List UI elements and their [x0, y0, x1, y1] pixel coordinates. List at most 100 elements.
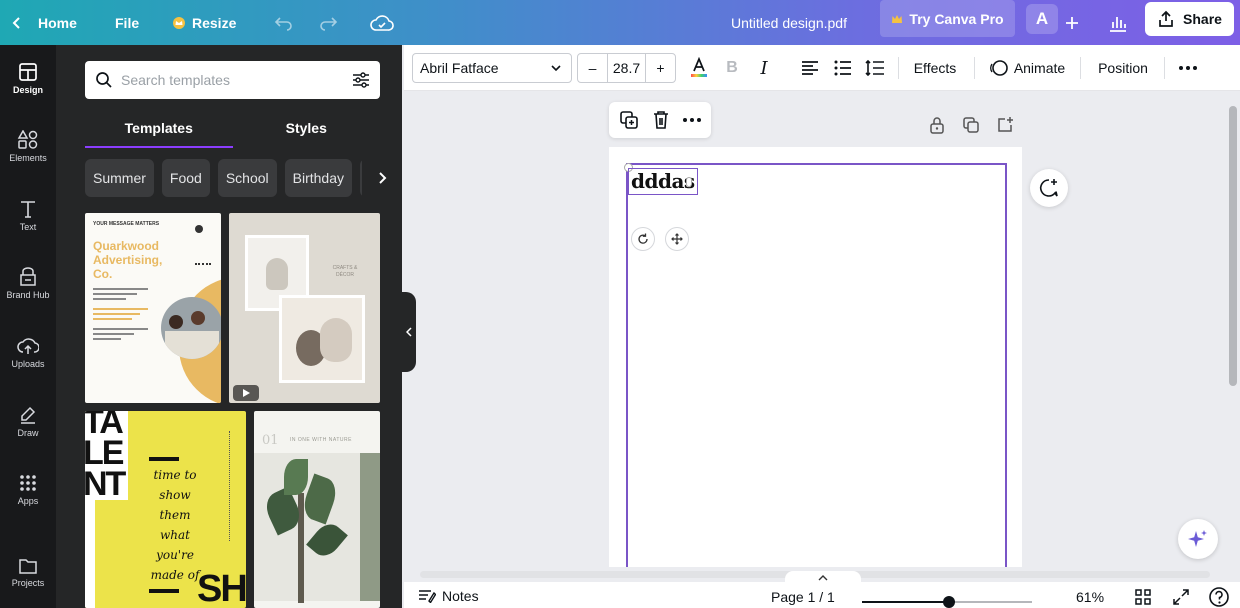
rail-item-text[interactable]: Text — [0, 199, 56, 232]
grid-view-button[interactable] — [1134, 588, 1152, 608]
lock-icon[interactable] — [928, 116, 946, 134]
chevron-up-icon — [818, 575, 828, 581]
tab-styles[interactable]: Styles — [233, 110, 381, 146]
fullscreen-button[interactable] — [1172, 588, 1190, 608]
document-title-text: Untitled design.pdf — [731, 14, 847, 31]
template-big-bottom: SH — [197, 568, 246, 608]
rail-item-design[interactable]: Design — [0, 62, 56, 95]
font-family-value: Abril Fatface — [420, 60, 499, 76]
template-photo-frame — [279, 295, 365, 383]
text-color-icon — [691, 57, 707, 77]
page-indicator[interactable]: Page 1 / 1 — [771, 589, 835, 605]
add-page-icon[interactable] — [996, 116, 1014, 134]
magic-assistant-button[interactable] — [1178, 519, 1218, 559]
rail-label-draw: Draw — [17, 428, 39, 438]
tab-templates[interactable]: Templates — [85, 110, 233, 148]
chip-school[interactable]: School — [217, 159, 277, 197]
home-button[interactable]: Home — [12, 0, 77, 45]
chevron-right-icon — [379, 172, 387, 184]
duplicate-icon[interactable] — [619, 110, 639, 130]
try-canva-pro-button[interactable]: Try Canva Pro — [880, 0, 1015, 37]
page-indicator-text: Page 1 / 1 — [771, 589, 835, 605]
toolbar-divider — [898, 57, 899, 79]
resize-handle[interactable] — [686, 177, 692, 187]
avatar[interactable]: A — [1026, 4, 1058, 34]
folder-icon — [19, 559, 37, 574]
search-icon — [96, 72, 112, 88]
bold-button[interactable]: B — [722, 53, 742, 83]
zoom-level[interactable]: 61% — [1076, 589, 1104, 605]
font-size-input[interactable]: 28.7 — [607, 54, 646, 82]
undo-button[interactable] — [274, 0, 294, 45]
animate-button[interactable]: Animate — [986, 53, 1068, 83]
template-script-line: you're — [156, 548, 194, 562]
copy-page-icon[interactable] — [962, 116, 980, 134]
spacing-button[interactable] — [864, 53, 886, 83]
document-title[interactable]: Untitled design.pdf — [731, 0, 847, 45]
templates-panel: Templates Styles Summer Food School Birt… — [56, 45, 402, 608]
template-card-quarkwood[interactable]: YOUR MESSAGE MATTERS Quarkwood Advertisi… — [85, 213, 221, 403]
align-button[interactable] — [799, 53, 821, 83]
toolbar-divider — [974, 57, 975, 79]
rail-item-draw[interactable]: Draw — [0, 405, 56, 438]
font-size-increase-button[interactable]: + — [646, 54, 675, 82]
help-button[interactable] — [1208, 586, 1230, 608]
position-button[interactable]: Position — [1092, 53, 1154, 83]
rail-label-projects: Projects — [11, 578, 45, 588]
chip-food[interactable]: Food — [161, 159, 210, 197]
chip-summer[interactable]: Summer — [85, 159, 154, 197]
font-family-select[interactable]: Abril Fatface — [412, 53, 572, 83]
template-big-line: NT — [85, 465, 126, 503]
side-rail: Design Elements Text Brand Hub Uploads D… — [0, 45, 56, 608]
text-color-button[interactable] — [687, 53, 711, 83]
rail-item-elements[interactable]: Elements — [0, 130, 56, 163]
redo-button[interactable] — [318, 0, 338, 45]
zoom-slider[interactable] — [862, 596, 1032, 608]
rail-item-brand-hub[interactable]: Brand Hub — [0, 267, 56, 300]
bar-chart-icon — [1110, 16, 1126, 32]
toolbar-divider — [1080, 57, 1081, 79]
vertical-scrollbar[interactable] — [1226, 92, 1240, 568]
file-menu[interactable]: File — [115, 0, 139, 45]
more-dots-icon[interactable] — [682, 118, 701, 122]
add-comment-button[interactable] — [1030, 169, 1068, 207]
share-button[interactable]: Share — [1145, 2, 1234, 36]
zoom-slider-knob[interactable] — [942, 596, 955, 608]
more-options-button[interactable] — [1176, 53, 1200, 83]
resize-button[interactable]: Resize — [172, 0, 236, 45]
template-card-talent[interactable]: TA LE NT time to show them what you're m… — [85, 411, 246, 608]
cloud-icon — [370, 14, 394, 31]
template-card-vases[interactable]: CRAFTS & DÉCOR — [229, 213, 380, 403]
effects-label: Effects — [913, 60, 957, 76]
filter-sliders-icon[interactable] — [351, 71, 371, 89]
template-brand-text: CRAFTS & DÉCOR — [332, 265, 358, 278]
page-tools — [928, 116, 1014, 134]
rotate-handle[interactable] — [631, 227, 655, 251]
vertical-scrollbar-thumb[interactable] — [1229, 106, 1237, 386]
trash-icon[interactable] — [652, 110, 670, 130]
template-script-line: them — [159, 508, 191, 522]
notes-button[interactable]: Notes — [418, 588, 479, 604]
chip-birthday[interactable]: Birthday — [284, 159, 352, 197]
cloud-save-button[interactable] — [370, 0, 394, 45]
chips-next-button[interactable] — [362, 159, 402, 197]
file-label: File — [115, 14, 140, 31]
list-button[interactable] — [832, 53, 854, 83]
chevron-down-icon — [551, 65, 561, 72]
rail-item-apps[interactable]: Apps — [0, 473, 56, 506]
editor-toolbar: Abril Fatface – 28.7 + B I Effects Anima… — [404, 45, 1240, 91]
template-card-plant[interactable]: 01 IN ONE WITH NATURE — [254, 411, 380, 608]
effects-button[interactable]: Effects — [907, 53, 963, 83]
font-size-decrease-button[interactable]: – — [578, 54, 607, 82]
italic-button[interactable]: I — [754, 53, 774, 83]
rail-item-uploads[interactable]: Uploads — [0, 336, 56, 369]
rail-item-projects[interactable]: Projects — [0, 557, 56, 588]
collapse-panel-button[interactable] — [402, 292, 416, 372]
template-search[interactable] — [85, 61, 380, 99]
search-input[interactable] — [121, 72, 341, 88]
add-collaborator-button[interactable] — [1065, 0, 1079, 45]
bold-icon: B — [726, 59, 738, 76]
move-handle[interactable] — [665, 227, 689, 251]
insights-button[interactable] — [1108, 0, 1128, 45]
template-dot — [195, 225, 203, 233]
